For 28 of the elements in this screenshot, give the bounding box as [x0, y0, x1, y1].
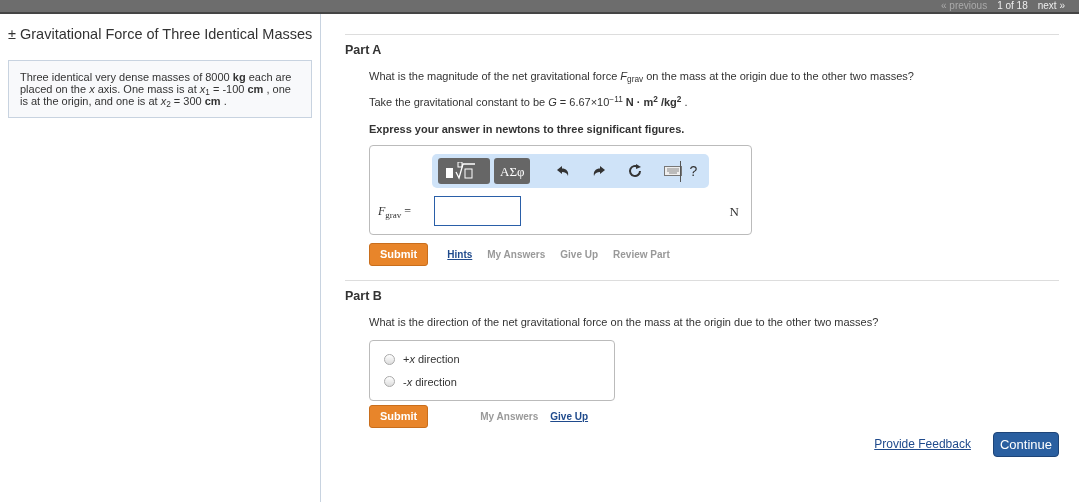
help-button[interactable]: ?: [680, 160, 698, 182]
submit-button[interactable]: Submit: [369, 243, 429, 266]
part-title: Part B: [345, 287, 383, 305]
radio-button[interactable]: [384, 376, 395, 388]
continue-button[interactable]: Continue: [992, 431, 1059, 457]
instruction-text: Express your answer in newtons to three significant figures.: [369, 121, 686, 137]
constant-note: Take the gravitational constant to be G = 6.67×10$^{−11}$ N · m$^{2}$ /kg$^{2}$ .: [369, 94, 689, 111]
question-text: What is the direction of the net gravitational force on the mass at the origin due to the other two masses?: [369, 314, 880, 330]
template-button[interactable]: [438, 158, 490, 185]
part-title: Part A: [345, 42, 383, 59]
keyboard-icon[interactable]: [664, 166, 683, 177]
nav-link[interactable]: next »: [1037, 0, 1065, 12]
radio-button[interactable]: [384, 353, 395, 365]
answer-field[interactable]: [434, 196, 521, 227]
part-link[interactable]: Hints: [447, 247, 473, 262]
submit-button[interactable]: Submit: [369, 405, 429, 428]
nav-link[interactable]: 1 of 18: [997, 0, 1028, 12]
problem-title: ± Gravitational Force of Three Identical Masses: [8, 25, 312, 44]
problem-statement: Three identical very dense masses of 8000 kg each are placed on the x axis. One mass is at x$_{1}$ = -100 cm , one is at the origin, and one is at x$_{2}$ = 300 cm .: [8, 59, 312, 118]
part-link[interactable]: Give Up: [550, 408, 589, 424]
answer-label: F$_{grav}$ =: [378, 203, 413, 221]
question-text: What is the magnitude of the net gravitational force F$_{grav}$ on the mass at the origin due to the other two masses?: [369, 68, 915, 85]
feedback-link[interactable]: Provide Feedback: [874, 435, 971, 454]
reset-icon[interactable]: [628, 164, 643, 179]
option-label[interactable]: -x direction: [403, 373, 457, 390]
symbols-button[interactable]: ΑΣφ: [494, 158, 531, 185]
unit-label: N: [729, 202, 739, 221]
option-label[interactable]: +x direction: [403, 351, 460, 368]
